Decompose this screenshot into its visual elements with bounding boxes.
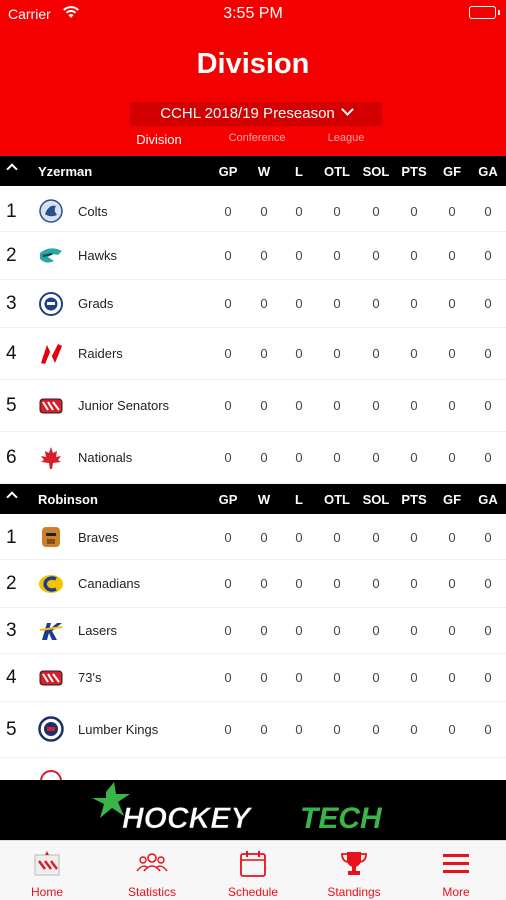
junior-senators-logo (39, 398, 63, 414)
rank: 1 (6, 201, 17, 222)
team-name: Grads (78, 296, 114, 311)
team-row-lumber-kings[interactable]: 5 Lumber Kings 0 0 0 0 0 0 0 0 (0, 702, 506, 758)
col-ga: GA (478, 164, 498, 179)
stat-ga: 0 (484, 248, 492, 263)
menu-icon (443, 854, 469, 873)
stat-ga: 0 (484, 398, 492, 413)
stat-ga: 0 (484, 450, 492, 465)
group-header-robinson[interactable]: Robinson GP W L OTL SOL PTS GF GA (0, 484, 506, 514)
team-name: Colts (78, 204, 108, 219)
stat-ga: 0 (484, 576, 492, 591)
hockeytech-logo: HOCKEY TECH (92, 782, 383, 835)
canadians-logo (39, 575, 63, 593)
stat-ga: 0 (484, 623, 492, 638)
rank: 6 (6, 447, 17, 468)
season-label: CCHL 2018/19 Preseason (160, 105, 335, 122)
rank: 1 (6, 527, 17, 548)
calendar-icon (240, 851, 266, 877)
group-name: Yzerman (38, 164, 93, 179)
lumber-kings-logo (38, 716, 64, 742)
stat-ga: 0 (484, 670, 492, 685)
stat-ga: 0 (484, 530, 492, 545)
svg-text:TECH: TECH (300, 802, 383, 835)
home-icon (34, 851, 60, 876)
raiders-logo (41, 344, 62, 364)
chevron-up-icon[interactable] (6, 491, 18, 503)
partial-team-logo (38, 768, 64, 780)
team-name: Hawks (78, 248, 118, 263)
stat-ga: 0 (484, 722, 492, 737)
team-name: Junior Senators (78, 398, 170, 413)
team-row-nationals[interactable]: 6 Nationals 0 0 0 0 0 0 0 0 (0, 432, 506, 484)
season-selector[interactable]: CCHL 2018/19 Preseason (130, 102, 382, 126)
stat-ga: 0 (484, 346, 492, 361)
tab-label: Standings (327, 885, 381, 899)
tab-league[interactable]: League (316, 132, 376, 144)
col-ga: GA (478, 492, 498, 507)
colts-logo (39, 199, 63, 223)
braves-logo (42, 527, 60, 547)
nationals-logo (41, 447, 61, 469)
chevron-up-icon[interactable] (6, 163, 18, 175)
tab-label: Home (30, 885, 63, 899)
tab-label: Schedule (227, 885, 279, 899)
battery-icon (469, 6, 500, 19)
lasers-logo (39, 623, 63, 640)
team-row-hawks[interactable]: 2 Hawks 0 0 0 0 0 0 0 0 (0, 232, 506, 280)
team-row-junior-senators[interactable]: 5 Junior Senators 0 0 0 0 0 0 0 0 (0, 380, 506, 432)
rank: 3 (6, 293, 17, 314)
stat-ga: 0 (484, 204, 492, 219)
hockeytech-banner[interactable]: HOCKEY TECH (0, 780, 506, 840)
svg-text:HOCKEY: HOCKEY (122, 802, 253, 835)
tab-conference[interactable]: Conference (216, 132, 298, 144)
hawks-logo (40, 248, 62, 263)
rank: 2 (6, 573, 17, 594)
rank: 4 (6, 667, 17, 688)
tab-label: Statistics (127, 885, 176, 899)
team-name: Raiders (78, 346, 123, 361)
team-row-grads[interactable]: 3 Grads 0 0 0 0 0 0 0 0 (0, 280, 506, 328)
team-name: 73's (78, 670, 102, 685)
rank: 3 (6, 620, 17, 641)
chevron-down-icon (340, 103, 354, 116)
status-time: 3:55 PM (223, 5, 283, 22)
team-row-raiders[interactable]: 4 Raiders 0 0 0 0 0 0 0 0 (0, 328, 506, 380)
rank: 5 (6, 719, 17, 740)
status-bar: Carrier 3:55 PM (0, 0, 506, 28)
team-name: Lasers (78, 623, 118, 638)
team-name: Nationals (78, 450, 133, 465)
rank: 2 (6, 245, 17, 266)
team-row-73s[interactable]: 4 73's 0 0 0 0 0 0 0 0 (0, 654, 506, 702)
app-header: Carrier 3:55 PM Division CCHL 2018/19 Pr… (0, 0, 506, 156)
73s-logo (39, 670, 63, 686)
tab-more[interactable]: More (406, 841, 506, 900)
tab-bar: Home Statistics Schedule Standings More (0, 840, 506, 900)
team-row-canadians[interactable]: 2 Canadians 0 0 0 0 0 0 0 0 (0, 560, 506, 608)
tab-home[interactable]: Home (0, 841, 97, 900)
tab-label: More (442, 885, 470, 899)
team-name: Braves (78, 530, 119, 545)
team-row-lasers[interactable]: 3 Lasers 0 0 0 0 0 0 0 0 (0, 608, 506, 654)
grads-logo (39, 292, 63, 316)
rank: 4 (6, 343, 17, 364)
tab-standings[interactable]: Standings (304, 841, 404, 900)
stat-ga: 0 (484, 296, 492, 311)
group-header-yzerman[interactable]: Yzerman GP W L OTL SOL PTS GF GA (0, 156, 506, 186)
team-row-colts[interactable]: 1 Colts 0 0 0 0 0 0 0 0 (0, 190, 506, 232)
statistics-icon (136, 853, 168, 872)
trophy-icon (341, 852, 367, 875)
team-name: Canadians (78, 576, 141, 591)
tab-schedule[interactable]: Schedule (203, 841, 303, 900)
page-title: Division (196, 48, 310, 80)
rank: 5 (6, 395, 17, 416)
tab-division[interactable]: Division (119, 132, 199, 147)
team-name: Lumber Kings (78, 722, 159, 737)
tab-statistics[interactable]: Statistics (102, 841, 202, 900)
team-row-braves[interactable]: 1 Braves 0 0 0 0 0 0 0 0 (0, 516, 506, 560)
group-name: Robinson (38, 492, 98, 507)
